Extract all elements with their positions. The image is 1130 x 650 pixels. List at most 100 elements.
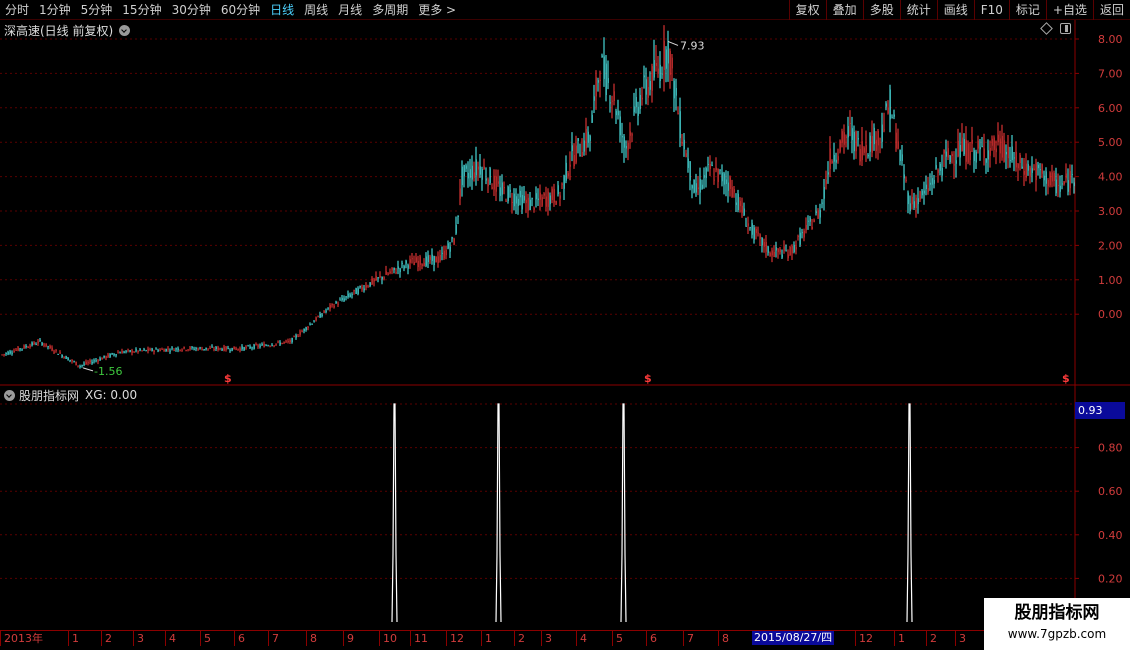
- candle-body: [427, 255, 429, 262]
- candle-body: [481, 169, 483, 180]
- candle-body: [717, 169, 719, 183]
- candle-body: [395, 272, 397, 274]
- tool-button-3[interactable]: 统计: [899, 0, 937, 20]
- candle-body: [911, 196, 913, 205]
- period-tab-3[interactable]: 15分钟: [117, 0, 166, 20]
- candle-body: [159, 349, 161, 351]
- time-tick: 8: [306, 631, 317, 646]
- candle-body: [943, 149, 945, 154]
- candle-body: [969, 151, 971, 161]
- candle-body: [93, 360, 95, 362]
- candle-body: [981, 146, 983, 148]
- candle-body: [465, 165, 467, 169]
- tool-button-4[interactable]: 画线: [936, 0, 974, 20]
- candle-body: [515, 196, 517, 204]
- candle-body: [283, 341, 285, 343]
- y-tick-label: 4.00: [1098, 171, 1123, 184]
- candle-body: [211, 346, 213, 348]
- candle-body: [825, 179, 827, 185]
- candle-body: [331, 303, 333, 306]
- period-tab-1[interactable]: 1分钟: [34, 0, 76, 20]
- candle-body: [715, 167, 717, 171]
- candle-body: [851, 128, 853, 141]
- candle-body: [293, 336, 295, 338]
- candle-body: [877, 130, 879, 146]
- tool-button-6[interactable]: 标记: [1008, 0, 1046, 20]
- candle-body: [695, 183, 697, 193]
- candle-body: [291, 337, 293, 343]
- candle-body: [725, 179, 727, 185]
- tool-button-2[interactable]: 多股: [862, 0, 900, 20]
- candle-body: [785, 250, 787, 252]
- tool-button-7[interactable]: +自选: [1045, 0, 1093, 20]
- candle-body: [1071, 174, 1073, 176]
- candle-body: [141, 350, 143, 352]
- toolbar: 分时 1分钟 5分钟 15分钟 30分钟 60分钟 日线 周线 月线 多周期 更多 > 复权 叠加 多股…: [0, 0, 1130, 20]
- candle-body: [79, 366, 81, 368]
- candle-body: [143, 349, 145, 351]
- candle-body: [1069, 171, 1071, 189]
- period-tab-8[interactable]: 月线: [333, 0, 367, 20]
- candle-body: [251, 347, 253, 349]
- candle-body: [499, 187, 501, 196]
- candle-body: [931, 178, 933, 185]
- candle-body: [1043, 175, 1045, 181]
- candle-body: [751, 223, 753, 235]
- candle-body: [249, 346, 251, 349]
- candle-body: [429, 256, 431, 260]
- candle-body: [209, 347, 211, 349]
- tool-button-1[interactable]: 叠加: [825, 0, 863, 20]
- candle-body: [999, 138, 1001, 154]
- candle-body: [799, 232, 801, 245]
- candle-body: [595, 77, 597, 97]
- time-tick: 3: [133, 631, 144, 646]
- candle-body: [413, 262, 415, 266]
- candle-body: [179, 349, 181, 351]
- candle-body: [263, 344, 265, 348]
- candle-body: [635, 97, 637, 107]
- candle-body: [171, 347, 173, 349]
- price-chart[interactable]: 8.00 7.00 6.00 5.00 4.00 3.00 2.00 1.00 0.00 7.93…: [0, 20, 1130, 386]
- candle-body: [519, 190, 521, 198]
- candle-body: [707, 163, 709, 165]
- indicator-current-value: 0.93: [1075, 402, 1125, 419]
- candle-body: [1009, 160, 1011, 162]
- candle-body: [677, 113, 679, 115]
- period-tab-2[interactable]: 5分钟: [76, 0, 118, 20]
- candle-body: [181, 349, 183, 351]
- candle-body: [233, 346, 235, 350]
- candle-body: [711, 165, 713, 167]
- candle-body: [511, 201, 513, 203]
- candle-body: [831, 161, 833, 164]
- period-tab-10[interactable]: 更多 >: [413, 0, 461, 20]
- tool-button-8[interactable]: 返回: [1092, 0, 1130, 20]
- candle-body: [1067, 180, 1069, 192]
- candle-body: [849, 123, 851, 125]
- candle-body: [479, 166, 481, 175]
- y-tick-label: 0.20: [1098, 572, 1123, 585]
- candle-body: [241, 346, 243, 350]
- period-tab-5[interactable]: 60分钟: [216, 0, 265, 20]
- candle-body: [77, 365, 79, 367]
- candle-body: [629, 131, 631, 136]
- period-tab-0[interactable]: 分时: [0, 0, 34, 20]
- period-tab-9[interactable]: 多周期: [367, 0, 413, 20]
- candle-body: [529, 199, 531, 211]
- candle-body: [1021, 166, 1023, 169]
- y-tick-label: 0.80: [1098, 442, 1123, 455]
- candle-body: [665, 49, 667, 69]
- candle-body: [963, 139, 965, 155]
- period-tab-6[interactable]: 日线: [265, 0, 299, 20]
- candle-body: [819, 210, 821, 218]
- tool-button-5[interactable]: F10: [973, 0, 1009, 20]
- candle-body: [713, 179, 715, 181]
- candle-body: [733, 189, 735, 193]
- period-tab-4[interactable]: 30分钟: [167, 0, 216, 20]
- tool-button-0[interactable]: 复权: [788, 0, 826, 20]
- indicator-chart[interactable]: 0.80 0.60 0.40 0.20: [0, 386, 1130, 630]
- period-tab-7[interactable]: 周线: [299, 0, 333, 20]
- candle-body: [113, 354, 115, 356]
- candle-body: [697, 187, 699, 190]
- candle-body: [101, 358, 103, 360]
- candle-body: [973, 150, 975, 161]
